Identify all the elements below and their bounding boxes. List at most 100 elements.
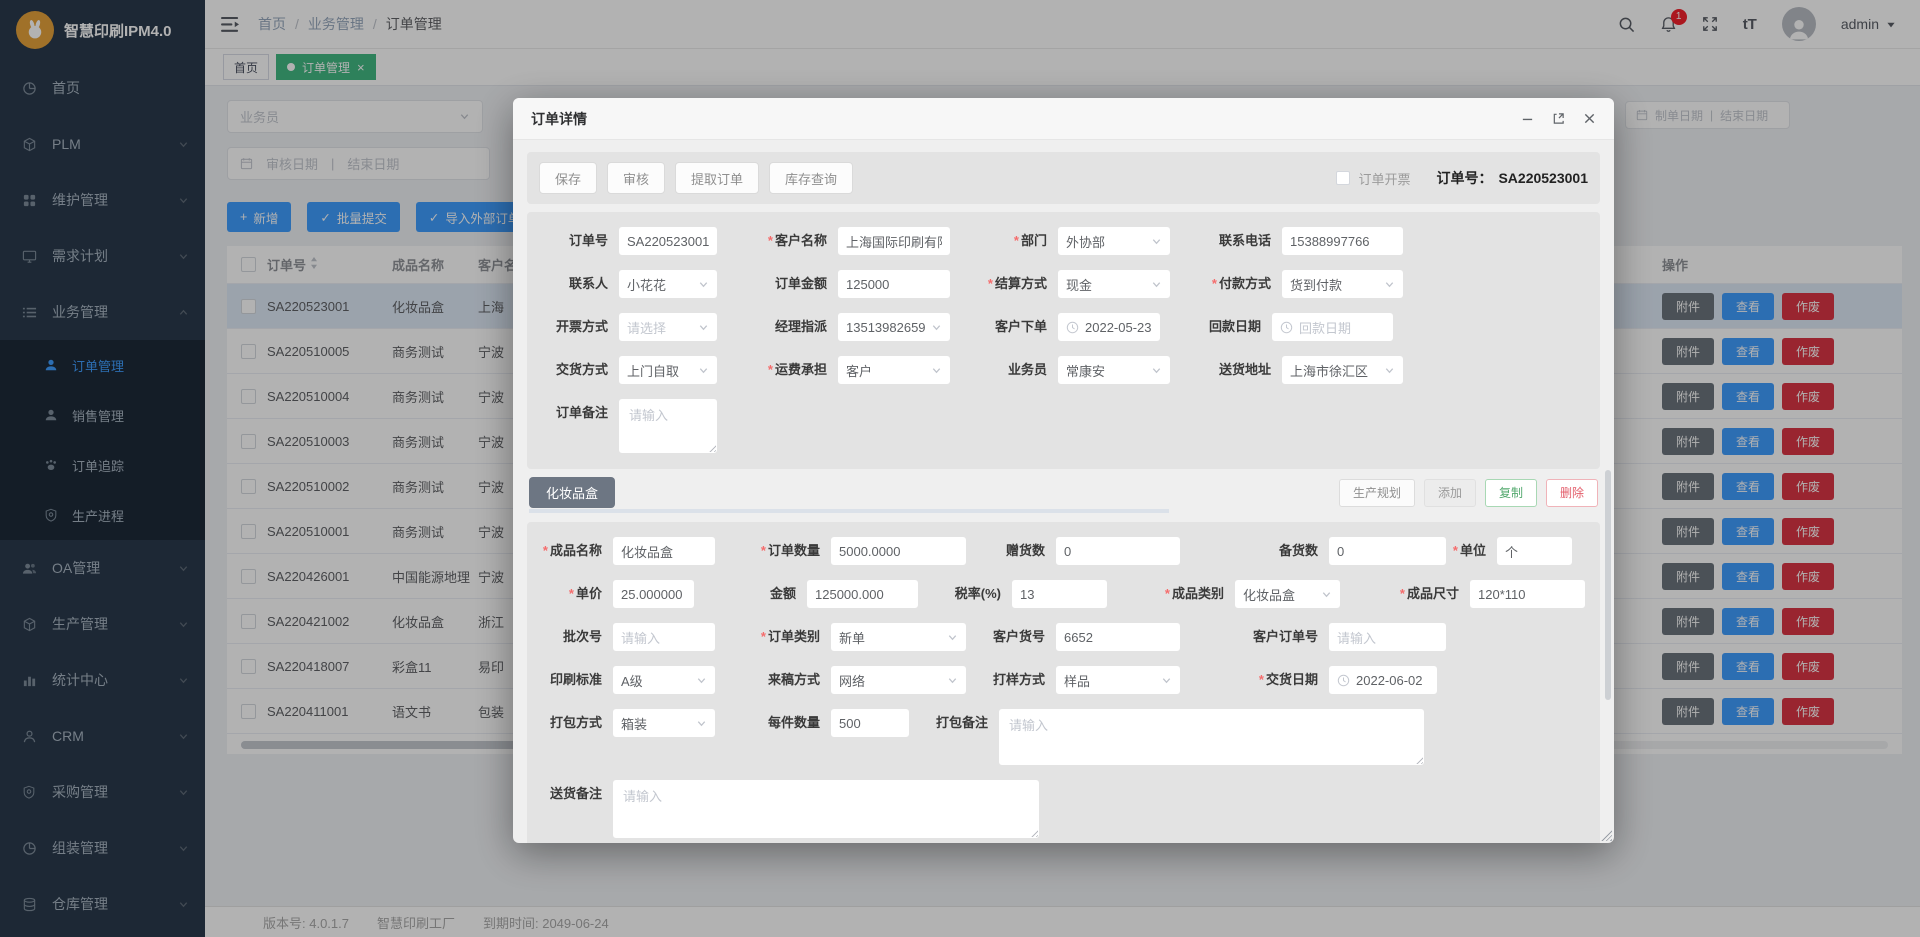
field-input-order-quantity[interactable]: 5000.0000 [830, 536, 967, 566]
field-input-invoice-method[interactable]: 请选择 [618, 312, 718, 342]
field-value: SA220523001 [627, 234, 709, 249]
field-input-proofing-method[interactable]: 样品 [1055, 665, 1181, 695]
field-input-quantity-per-piece[interactable]: 500 [830, 708, 910, 738]
save-button[interactable]: 保存 [539, 162, 597, 194]
field-input-order-category[interactable]: 新单 [830, 622, 967, 652]
field-label-delivery-method: 交货方式 [539, 355, 618, 385]
field-order-amount: 订单金额 125000 [718, 269, 951, 299]
field-input-salesman[interactable]: 常康安 [1057, 355, 1171, 385]
field-label-gift-quantity: 赠货数 [967, 536, 1055, 566]
field-label-quantity-per-piece: 每件数量 [716, 708, 830, 738]
audit-button[interactable]: 审核 [607, 162, 665, 194]
field-input-manuscript-method[interactable]: 网络 [830, 665, 967, 695]
field-input-delivery-address[interactable]: 上海市徐汇区 [1281, 355, 1404, 385]
field-contact-person: 联系人小花花 [539, 269, 718, 299]
field-input-customer-item-no[interactable]: 6652 [1055, 622, 1181, 652]
chevron-down-icon [694, 279, 709, 290]
add-product-button[interactable]: 添加 [1424, 479, 1476, 507]
field-input-delivery-date[interactable]: 2022-06-02 [1328, 665, 1438, 695]
field-label-delivery-address: 送货地址 [1171, 355, 1281, 385]
field-input-packing-method[interactable]: 箱装 [612, 708, 716, 738]
field-input-order-no[interactable]: SA220523001 [618, 226, 718, 256]
product-actions: 生产规划添加复制删除 [1339, 479, 1598, 507]
field-value: 0 [1337, 544, 1344, 559]
field-input-tax-rate[interactable]: 13 [1011, 579, 1108, 609]
field-label-proofing-method: 打样方式 [967, 665, 1055, 695]
order-no-value: SA220523001 [1498, 170, 1588, 186]
field-input-freight-bearer[interactable]: 客户 [837, 355, 951, 385]
field-label-order-amount: 订单金额 [718, 269, 837, 299]
field-label-invoice-method: 开票方式 [539, 312, 618, 342]
field-input-packing-remark[interactable]: 请输入 [998, 708, 1425, 766]
field-input-contact-phone[interactable]: 15388997766 [1281, 226, 1404, 256]
invoice-checkbox-label: 订单开票 [1358, 169, 1410, 188]
production-plan-button[interactable]: 生产规划 [1339, 479, 1415, 507]
required-star: * [761, 543, 766, 558]
chevron-down-icon [1380, 365, 1395, 376]
field-value: 回款日期 [1299, 318, 1351, 337]
field-value: 现金 [1066, 275, 1092, 294]
minimize-button[interactable] [1521, 112, 1534, 125]
required-star: * [1212, 276, 1217, 291]
textarea-text: 请输入 [1009, 718, 1048, 733]
field-input-contact-person[interactable]: 小花花 [618, 269, 718, 299]
field-label-payment-method: *付款方式 [1171, 269, 1281, 299]
field-packing-remark: 打包备注请输入 [910, 708, 1425, 766]
field-label-customer-name: *客户名称 [718, 226, 837, 256]
field-input-delivery-remark[interactable]: 请输入 [612, 779, 1040, 839]
modal-vertical-scrollbar[interactable] [1605, 470, 1611, 700]
field-input-customer-order-date[interactable]: 2022-05-23 [1057, 312, 1161, 342]
stock-query-button[interactable]: 库存查询 [769, 162, 853, 194]
field-input-settlement-method[interactable]: 现金 [1057, 269, 1171, 299]
field-value: 请输入 [1337, 628, 1376, 647]
copy-product-button[interactable]: 复制 [1485, 479, 1537, 507]
field-input-batch-no[interactable]: 请输入 [612, 622, 716, 652]
field-order-no: 订单号SA220523001 [539, 226, 718, 256]
field-input-product-size[interactable]: 120*110 [1469, 579, 1586, 609]
field-printing-standard: 印刷标准A级 [539, 665, 716, 695]
field-product-size: *成品尺寸120*110 [1341, 579, 1586, 609]
field-input-customer-name[interactable]: 上海国际印刷有限公司 [837, 226, 951, 256]
field-value: 125000 [846, 277, 889, 292]
field-input-unit-price[interactable]: 25.000000 [612, 579, 695, 609]
modal-header[interactable]: 订单详情 [513, 98, 1614, 140]
invoice-checkbox[interactable] [1336, 171, 1350, 185]
field-input-payment-method[interactable]: 货到付款 [1281, 269, 1404, 299]
field-label-contact-person: 联系人 [539, 269, 618, 299]
field-input-delivery-method[interactable]: 上门自取 [618, 355, 718, 385]
required-star: * [988, 276, 993, 291]
field-label-packing-method: 打包方式 [539, 708, 612, 738]
field-input-stock-quantity[interactable]: 0 [1328, 536, 1447, 566]
field-input-unit[interactable]: 个 [1496, 536, 1573, 566]
field-unit: *单位个 [1447, 536, 1573, 566]
field-customer-name: *客户名称上海国际印刷有限公司 [718, 226, 951, 256]
field-amount: 金额125000.000 [695, 579, 919, 609]
close-icon[interactable] [1583, 112, 1596, 125]
field-product-category: *成品类别化妆品盒 [1108, 579, 1341, 609]
field-input-customer-order-no[interactable]: 请输入 [1328, 622, 1447, 652]
maximize-button[interactable] [1552, 112, 1565, 125]
product-tab[interactable]: 化妆品盒 [529, 477, 615, 508]
field-input-printing-standard[interactable]: A级 [612, 665, 716, 695]
field-input-manager-assign[interactable]: 13513982659 [837, 312, 951, 342]
field-value: 样品 [1064, 671, 1090, 690]
field-settlement-method: *结算方式现金 [951, 269, 1171, 299]
product-tab-underline [529, 509, 1169, 513]
field-input-order-amount[interactable]: 125000 [837, 269, 951, 299]
field-input-payback-date[interactable]: 回款日期 [1271, 312, 1394, 342]
field-payback-date: 回款日期回款日期 [1161, 312, 1394, 342]
field-quantity-per-piece: 每件数量500 [716, 708, 910, 738]
field-input-amount[interactable]: 125000.000 [806, 579, 919, 609]
field-input-product-name[interactable]: 化妆品盒 [612, 536, 716, 566]
field-input-product-category[interactable]: 化妆品盒 [1234, 579, 1341, 609]
delete-product-button[interactable]: 删除 [1546, 479, 1598, 507]
field-input-order-remark[interactable]: 请输入 [618, 398, 718, 454]
field-stock-quantity: 备货数0 [1181, 536, 1447, 566]
extract-order-button[interactable]: 提取订单 [675, 162, 759, 194]
field-label-order-quantity: *订单数量 [716, 536, 830, 566]
field-value: 5000.0000 [839, 544, 900, 559]
field-value: 上海市徐汇区 [1290, 361, 1368, 380]
field-input-gift-quantity[interactable]: 0 [1055, 536, 1181, 566]
field-delivery-remark: 送货备注请输入 [539, 779, 1040, 839]
field-input-department[interactable]: 外协部 [1057, 226, 1171, 256]
